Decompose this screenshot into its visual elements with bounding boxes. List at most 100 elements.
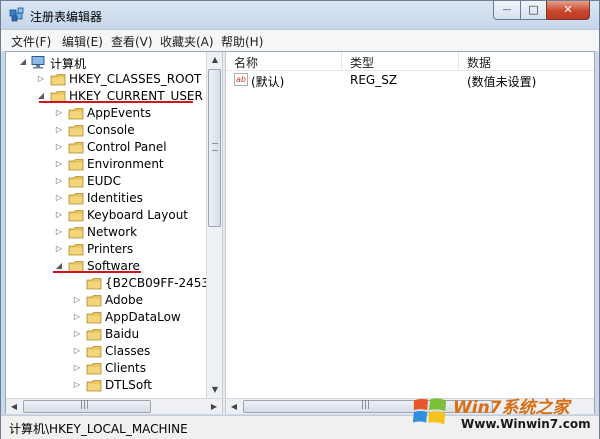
menu-favorites[interactable]: 收藏夹(A) (160, 33, 214, 50)
folder-icon (68, 244, 84, 256)
menu-help[interactable]: 帮助(H) (221, 33, 263, 50)
tree-node-hkey-classes-root[interactable]: ▷ HKEY_CLASSES_ROOT (6, 71, 206, 88)
collapsed-arrow-icon[interactable]: ▷ (54, 176, 64, 186)
collapsed-arrow-icon[interactable]: ▷ (72, 329, 82, 339)
tree-node-software-child[interactable]: ▷ AppDataLow (6, 309, 206, 326)
collapsed-arrow-icon[interactable]: ▷ (54, 193, 64, 203)
column-divider[interactable] (458, 52, 459, 70)
tree-label: EUDC (87, 174, 121, 188)
scroll-left-arrow-icon[interactable]: ◀ (6, 399, 22, 415)
collapsed-arrow-icon[interactable]: ▷ (54, 125, 64, 135)
folder-icon (68, 108, 84, 120)
maximize-button[interactable]: □ (520, 1, 547, 20)
tree-label: Network (87, 225, 138, 239)
key-tree: ◢ 计算机 ▷ HKEY_CLASSES_ROOT ◢ HKEY_CURRENT_US… (6, 52, 206, 398)
collapsed-arrow-icon[interactable]: ▷ (54, 210, 64, 220)
tree-scroll-thumb[interactable] (208, 69, 221, 227)
collapsed-arrow-icon[interactable]: ▷ (72, 346, 82, 356)
expanded-arrow-icon[interactable]: ◢ (36, 91, 46, 101)
menu-edit[interactable]: 编辑(E) (62, 33, 103, 50)
tree-node-software-child[interactable]: ▷ DTLSoft (6, 377, 206, 394)
tree-node-control-panel[interactable]: ▷ Control Panel (6, 139, 206, 156)
collapsed-arrow-icon[interactable]: ▷ (72, 380, 82, 390)
collapsed-arrow-icon[interactable]: ▷ (54, 108, 64, 118)
tree-node-environment[interactable]: ▷ Environment (6, 156, 206, 173)
collapsed-arrow-icon[interactable]: ▷ (54, 227, 64, 237)
expanded-arrow-icon[interactable]: ◢ (18, 57, 28, 67)
tree-hscroll-thumb[interactable]: ||| (23, 400, 151, 413)
scroll-right-arrow-icon[interactable]: ▶ (206, 399, 222, 415)
tree-node-network[interactable]: ▷ Network (6, 224, 206, 241)
tree-node-appevents[interactable]: ▷ AppEvents (6, 105, 206, 122)
tree-label: AppEvents (87, 106, 152, 120)
tree-node-software-child[interactable]: ▷ Classes (6, 343, 206, 360)
collapsed-arrow-icon[interactable]: ▷ (72, 295, 82, 305)
column-type-header[interactable]: 类型 (350, 54, 374, 71)
tree-label: AppDataLow (105, 310, 181, 324)
folder-icon (68, 193, 84, 205)
tree-node-keyboard-layout[interactable]: ▷ Keyboard Layout (6, 207, 206, 224)
tree-node-software-child[interactable]: ▷ Adobe (6, 292, 206, 309)
tree-node-software-child[interactable]: ▷ Baidu (6, 326, 206, 343)
tree-label: 计算机 (50, 57, 87, 71)
tree-label: Adobe (105, 293, 143, 307)
grip-icon: ||| (361, 400, 371, 410)
collapsed-arrow-icon[interactable]: ▷ (54, 142, 64, 152)
tree-node-software-child[interactable]: {B2CB09FF-2453- (6, 275, 206, 292)
tree-label: {B2CB09FF-2453- (105, 276, 206, 290)
tree-node-identities[interactable]: ▷ Identities (6, 190, 206, 207)
windows-logo-icon (412, 398, 447, 425)
collapsed-arrow-icon[interactable]: ▷ (72, 312, 82, 322)
menu-view[interactable]: 查看(V) (111, 33, 153, 50)
value-row[interactable]: ab (默认) REG_SZ (数值未设置) (226, 71, 594, 89)
value-type: REG_SZ (350, 73, 398, 87)
tree-node-console[interactable]: ▷ Console (6, 122, 206, 139)
value-name: (默认) (251, 75, 285, 89)
collapsed-arrow-icon[interactable]: ▷ (36, 74, 46, 84)
collapsed-arrow-icon[interactable]: ▷ (54, 244, 64, 254)
column-divider[interactable] (341, 52, 342, 70)
value-data: (数值未设置) (467, 75, 537, 89)
folder-icon (68, 227, 84, 239)
string-value-icon: ab (234, 73, 248, 86)
folder-icon (68, 142, 84, 154)
folder-icon (68, 159, 84, 171)
folder-icon (68, 210, 84, 222)
tree-node-printers[interactable]: ▷ Printers (6, 241, 206, 258)
folder-icon (86, 329, 102, 341)
tree-root-computer[interactable]: ◢ 计算机 (6, 54, 206, 71)
scroll-down-arrow-icon[interactable]: ▼ (207, 382, 223, 398)
status-path: 计算机\HKEY_LOCAL_MACHINE (9, 422, 188, 436)
folder-icon (68, 125, 84, 137)
tree-node-software-child[interactable]: ▷ Clients (6, 360, 206, 377)
tree-label: DTLSoft (105, 378, 152, 392)
column-data-header[interactable]: 数据 (467, 54, 491, 71)
grip-icon (212, 143, 218, 151)
maximize-icon: □ (528, 3, 539, 16)
close-button[interactable]: ✕ (546, 1, 590, 20)
collapsed-arrow-icon[interactable]: ▷ (72, 363, 82, 373)
scroll-left-arrow-icon[interactable]: ◀ (226, 399, 242, 415)
folder-icon (86, 380, 102, 392)
menu-file[interactable]: 文件(F) (11, 33, 51, 50)
grip-icon: ||| (80, 400, 90, 410)
tree-vertical-scrollbar[interactable]: ▲ ▼ (206, 52, 222, 398)
client-area: ◢ 计算机 ▷ HKEY_CLASSES_ROOT ◢ HKEY_CURRENT_US… (5, 51, 595, 415)
collapsed-arrow-icon[interactable]: ▷ (54, 159, 64, 169)
highlight-underline-current-user (39, 101, 193, 103)
tree-label: HKEY_CLASSES_ROOT (69, 72, 202, 86)
expanded-arrow-icon[interactable]: ◢ (54, 261, 64, 271)
window-title: 注册表编辑器 (30, 10, 103, 24)
tree-node-eudc[interactable]: ▷ EUDC (6, 173, 206, 190)
column-name-header[interactable]: 名称 (234, 54, 258, 71)
folder-icon (68, 176, 84, 188)
tree-horizontal-scrollbar[interactable]: ◀ ||| ▶ (6, 398, 222, 414)
minimize-button[interactable]: — (493, 1, 521, 20)
tree-label: Environment (87, 157, 164, 171)
close-icon: ✕ (563, 3, 573, 16)
tree-label: Keyboard Layout (87, 208, 189, 222)
registry-editor-window: 注册表编辑器 — □ ✕ 文件(F) 编辑(E) 查看(V) 收藏夹(A) 帮助… (0, 0, 600, 439)
scroll-up-arrow-icon[interactable]: ▲ (207, 52, 223, 68)
list-header: 名称 类型 数据 (226, 52, 594, 71)
registry-editor-icon (9, 7, 24, 22)
